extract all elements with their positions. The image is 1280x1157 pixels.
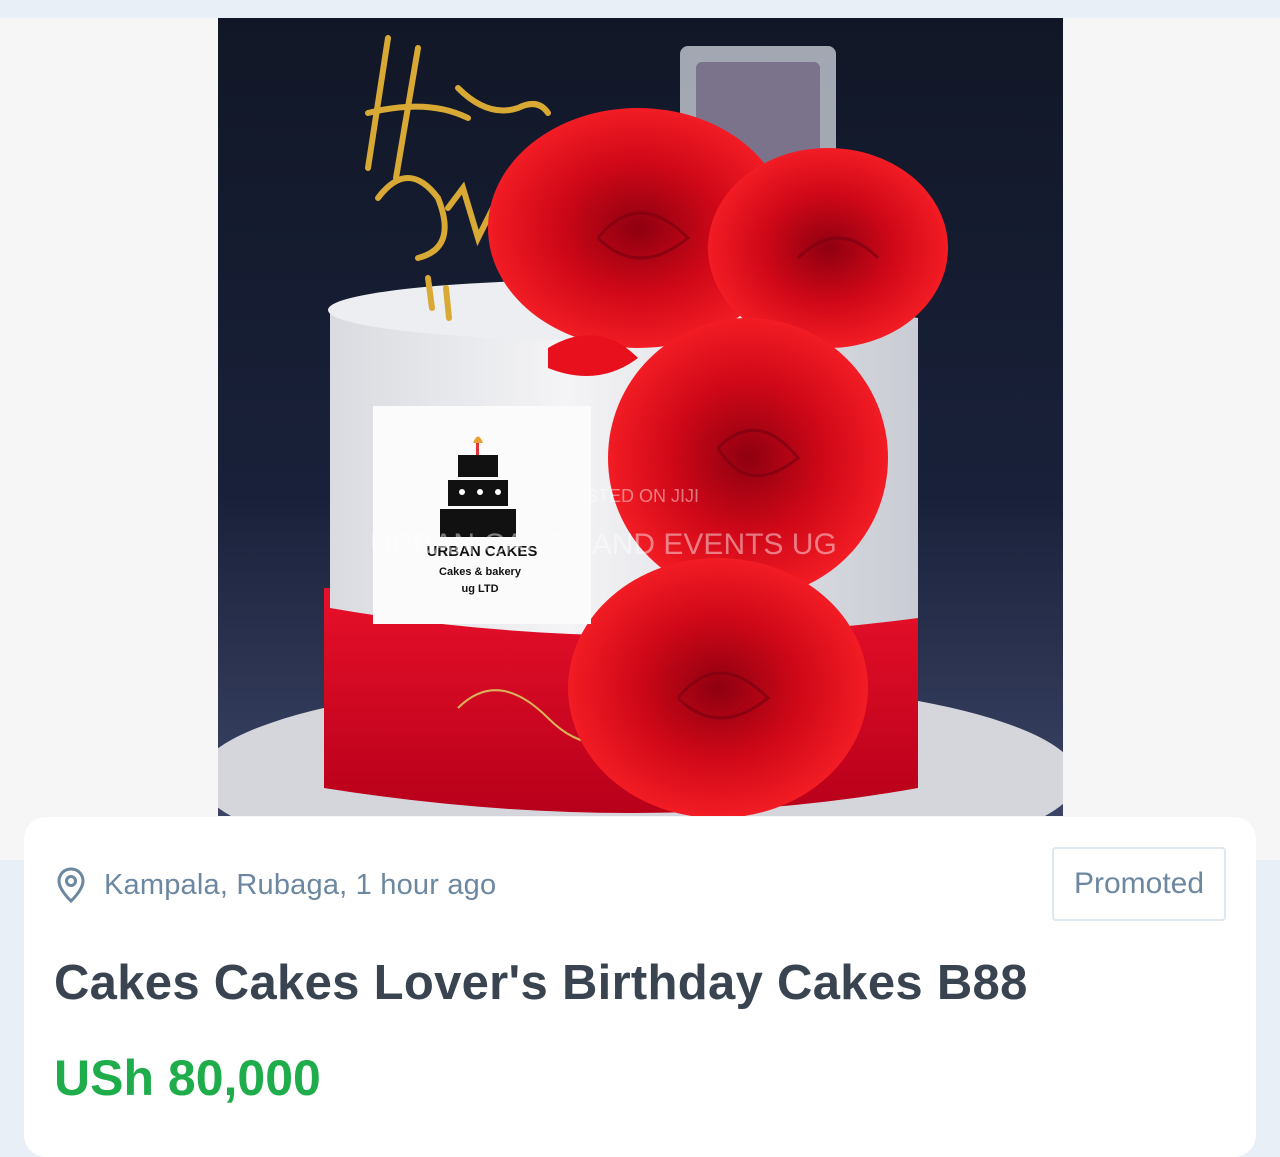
map-pin-icon [56, 866, 88, 904]
logo-sub1: Cakes & bakery [439, 566, 522, 578]
location-row: Kampala, Rubaga, 1 hour ago [56, 865, 496, 905]
watermark-main: URBAN CAKES AND EVENTS UG [370, 528, 837, 561]
watermark-top: POSTED ON JIJI [560, 486, 699, 506]
listing-card[interactable]: Kampala, Rubaga, 1 hour ago Promoted Cak… [24, 817, 1256, 1157]
listing-price: USh 80,000 [54, 1050, 321, 1106]
location-text: Kampala, Rubaga, 1 hour ago [104, 868, 497, 901]
bakery-logo: URBAN CAKES Cakes & bakery ug LTD [373, 406, 591, 624]
top-strip [0, 0, 1280, 18]
promoted-badge: Promoted [1052, 847, 1226, 921]
listing-title[interactable]: Cakes Cakes Lover's Birthday Cakes B88 [54, 955, 1234, 1011]
product-photo[interactable]: URBAN CAKES Cakes & bakery ug LTD POSTED… [218, 18, 1063, 816]
logo-sub2: ug LTD [461, 583, 498, 595]
cake-image: URBAN CAKES Cakes & bakery ug LTD POSTED… [218, 18, 1063, 816]
